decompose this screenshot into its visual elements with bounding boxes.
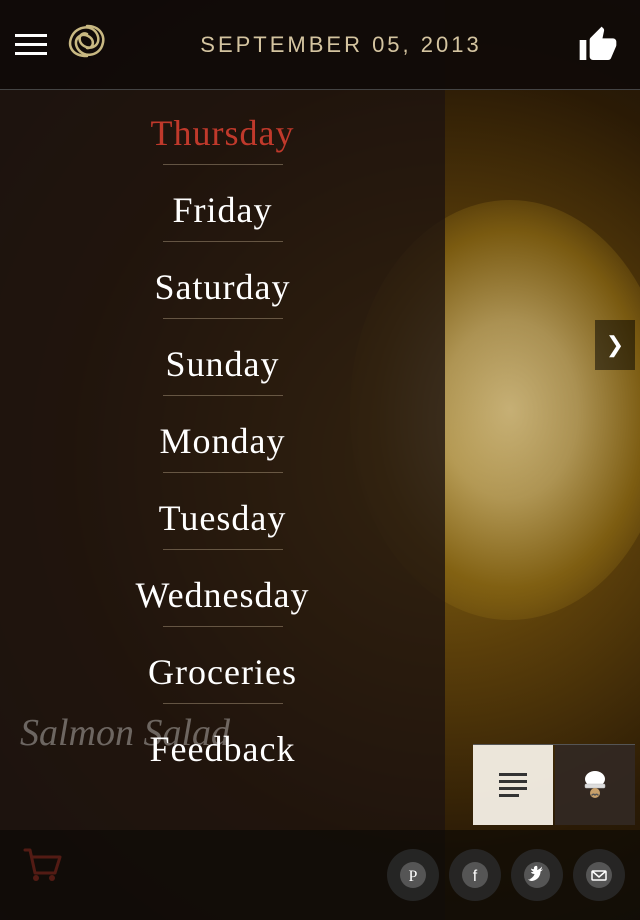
bottom-action-bar: P f: [0, 830, 640, 920]
nav-item-groceries[interactable]: Groceries: [0, 639, 445, 716]
chef-icon: [577, 767, 613, 803]
thumbs-up-button[interactable]: [570, 17, 625, 72]
nav-item-saturday[interactable]: Saturday: [0, 254, 445, 331]
logo-swirl: [62, 16, 112, 73]
nav-divider: [163, 241, 283, 242]
svg-text:f: f: [473, 868, 478, 885]
nav-label-tuesday: Tuesday: [159, 497, 287, 539]
nav-divider: [163, 472, 283, 473]
nav-item-tuesday[interactable]: Tuesday: [0, 485, 445, 562]
facebook-button[interactable]: f: [449, 849, 501, 901]
nav-label-wednesday: Wednesday: [135, 574, 309, 616]
twitter-button[interactable]: [511, 849, 563, 901]
header: SEPTEMBER 05, 2013: [0, 0, 640, 90]
nav-divider: [163, 318, 283, 319]
header-left: [15, 16, 112, 73]
pinterest-button[interactable]: P: [387, 849, 439, 901]
nav-label-groceries: Groceries: [148, 651, 297, 693]
email-icon: [585, 861, 613, 889]
day-navigation: Thursday Friday Saturday Sunday Monday T…: [0, 90, 445, 792]
nav-item-monday[interactable]: Monday: [0, 408, 445, 485]
nav-item-wednesday[interactable]: Wednesday: [0, 562, 445, 639]
nav-item-friday[interactable]: Friday: [0, 177, 445, 254]
nav-label-thursday: Thursday: [151, 112, 295, 154]
nav-divider: [163, 395, 283, 396]
nav-label-friday: Friday: [173, 189, 273, 231]
nav-divider: [163, 626, 283, 627]
nav-item-thursday[interactable]: Thursday: [0, 100, 445, 177]
dish-title-watermark: Salmon Salad: [20, 711, 230, 755]
nav-label-monday: Monday: [160, 420, 286, 462]
nav-item-sunday[interactable]: Sunday: [0, 331, 445, 408]
header-date: SEPTEMBER 05, 2013: [112, 32, 570, 58]
menu-list-button[interactable]: [473, 745, 553, 825]
facebook-icon: f: [461, 861, 489, 889]
chevron-right-icon: ❯: [606, 332, 624, 358]
chef-profile-button[interactable]: [555, 745, 635, 825]
twitter-icon: [523, 861, 551, 889]
pinterest-icon: P: [399, 861, 427, 889]
nav-label-sunday: Sunday: [166, 343, 280, 385]
nav-divider: [163, 703, 283, 704]
nav-label-saturday: Saturday: [155, 266, 291, 308]
svg-text:P: P: [409, 868, 418, 885]
nav-divider: [163, 164, 283, 165]
nav-divider: [163, 549, 283, 550]
carousel-next-button[interactable]: ❯: [595, 320, 635, 370]
email-button[interactable]: [573, 849, 625, 901]
action-squares-container: [473, 745, 635, 825]
hamburger-menu-button[interactable]: [15, 34, 47, 55]
menu-list-icon: [495, 767, 531, 803]
